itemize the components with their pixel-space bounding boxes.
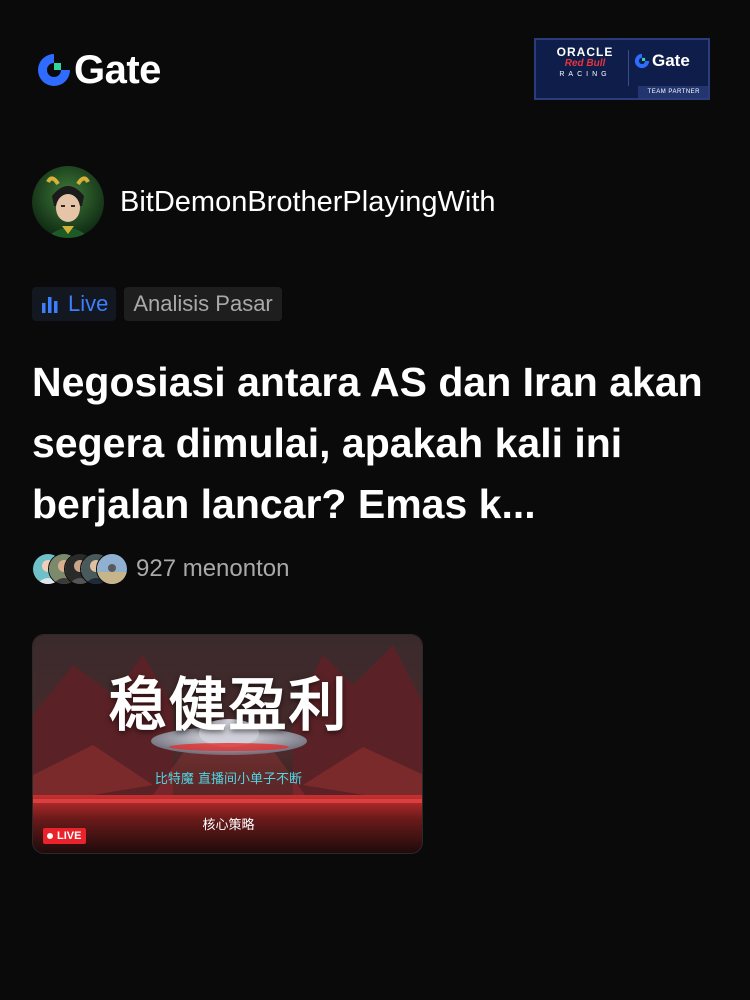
gate-logo-icon [38,54,70,86]
live-tag[interactable]: Live [32,287,117,321]
thumbnail-strategy: 核心策略 [202,818,255,833]
category-tag-label: Analisis Pasar [133,291,273,316]
bar-chart-icon [42,297,58,313]
partner-gate-logo-icon [634,53,650,69]
team-partner-label: TEAM PARTNER [637,86,708,98]
thumbnail-subtitle: 比特魔 直播间小单子不断 [154,772,303,787]
category-tag[interactable]: Analisis Pasar [124,287,282,321]
live-badge: LIVE [43,828,87,844]
stream-title[interactable]: Negosiasi antara AS dan Iran akan segera… [32,352,722,535]
gate-logo[interactable]: Gate [36,48,161,92]
partner-redbull-text: Red Bull [564,58,606,69]
tag-row: Live Analisis Pasar [32,287,282,321]
stream-thumbnail[interactable]: 稳健盈利 比特魔 直播间小单子不断 核心策略 LIVE [32,634,423,854]
live-dot-icon [47,833,53,839]
viewer-count: 927 menonton [136,555,290,582]
author-name[interactable]: BitDemonBrotherPlayingWith [120,185,496,219]
viewer-count-row: 927 menonton [32,551,289,587]
author-row[interactable]: BitDemonBrotherPlayingWith [32,166,496,238]
team-partner-badge: ORACLE Red Bull RACING Gate TEAM PARTNER [534,38,710,100]
live-badge-label: LIVE [57,830,82,842]
viewer-avatars [32,553,128,585]
viewer-avatar-icon [96,553,128,585]
partner-gate-text: Gate [652,51,690,70]
partner-racing-text: RACING [559,71,611,78]
live-tag-label: Live [68,291,109,316]
partner-oracle-text: ORACLE [556,45,614,59]
thumbnail-title: 稳健盈利 [108,671,349,739]
avatar-icon[interactable] [32,166,104,238]
partner-divider [628,50,629,86]
gate-logo-text: Gate [74,48,161,92]
